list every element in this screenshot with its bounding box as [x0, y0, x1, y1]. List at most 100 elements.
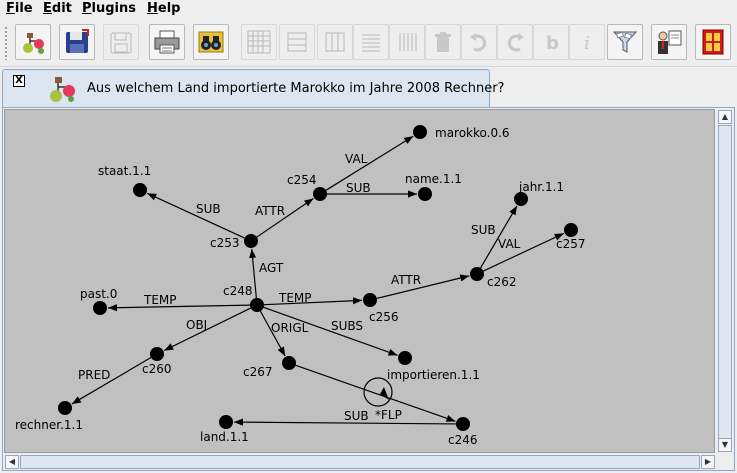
edge-label-c248-past: TEMP	[143, 293, 177, 307]
horizontal-scroll-thumb[interactable]	[20, 455, 700, 469]
edge-label-c260-rechner: PRED	[78, 368, 110, 382]
edge-label-c253-staat: SUB	[196, 202, 221, 216]
save-disabled-icon	[110, 32, 132, 54]
node-c262[interactable]	[470, 267, 484, 281]
align-horizontal-icon	[287, 32, 307, 52]
node-marokko[interactable]	[413, 125, 427, 139]
edge-label-c248-c256: TEMP	[278, 291, 312, 305]
toolbar: b i	[0, 20, 737, 67]
find-button[interactable]	[193, 24, 229, 60]
filter-button[interactable]	[607, 24, 643, 60]
node-name[interactable]	[418, 187, 432, 201]
svg-text:i: i	[584, 33, 590, 54]
edge-label-c248-c253: AGT	[259, 261, 284, 275]
tree-tab-icon	[50, 77, 75, 102]
menu-help[interactable]: Help	[147, 1, 180, 16]
node-label-staat: staat.1.1	[98, 164, 151, 178]
node-c256[interactable]	[363, 293, 377, 307]
save-button[interactable]	[59, 24, 95, 60]
scroll-down-button[interactable]: ▼	[718, 438, 732, 452]
undo-icon	[470, 33, 487, 52]
align-horizontal-button[interactable]	[279, 24, 315, 60]
node-label-c254: c254	[287, 173, 317, 187]
edge-label-c248-importieren: SUBS	[331, 319, 363, 333]
exit-button[interactable]	[695, 24, 731, 60]
bold-button[interactable]: b	[533, 24, 569, 60]
lines-vertical-button[interactable]	[389, 24, 425, 60]
presentation-button[interactable]	[651, 24, 687, 60]
delete-button[interactable]	[425, 24, 461, 60]
tab-title: Aus welchem Land importierte Marokko im …	[87, 81, 505, 96]
self-loop-arrowhead	[380, 387, 389, 400]
node-label-c262: c262	[487, 275, 517, 289]
undo-button[interactable]	[461, 24, 497, 60]
grid-button[interactable]	[241, 24, 277, 60]
edge-label-c248-c267: ORIGL	[271, 321, 309, 335]
node-label-name: name.1.1	[405, 172, 462, 186]
new-tree-button[interactable]	[15, 24, 51, 60]
semantic-network-graph: AGTSUB ATTRVALSUBTEMP TEMPATTRSUBVALOBJPRE…	[15, 125, 586, 447]
edge-label-c256-c262: ATTR	[391, 273, 421, 287]
edge-label-c248-c260: OBJ	[186, 318, 207, 332]
horizontal-scrollbar[interactable]: ◀ ▶	[4, 454, 717, 470]
node-staat[interactable]	[133, 183, 147, 197]
align-vertical-icon	[325, 32, 345, 52]
vertical-scrollbar[interactable]: ▲ ▼	[717, 109, 733, 453]
info-button[interactable]: i	[569, 24, 605, 60]
node-label-jahr: jahr.1.1	[518, 180, 564, 194]
presenter-board-icon	[658, 30, 682, 54]
node-label-marokko: marokko.0.6	[435, 126, 510, 140]
node-c248[interactable]	[250, 298, 264, 312]
node-c267[interactable]	[282, 356, 296, 370]
menu-plugins[interactable]: Plugins	[82, 1, 136, 16]
edge-label-c254-name: SUB	[346, 181, 371, 195]
node-past[interactable]	[93, 301, 107, 315]
edge-c248-c260	[163, 307, 251, 352]
funnel-filter-icon	[612, 31, 638, 53]
query-tab[interactable]: X Aus welchem Land importierte Marokko i…	[2, 69, 504, 107]
redo-button[interactable]	[497, 24, 533, 60]
menu-help-mnemonic: H	[147, 1, 158, 16]
menu-file[interactable]: File	[6, 1, 33, 16]
edge-label-c246-land: SUB	[344, 409, 369, 423]
node-c257[interactable]	[564, 223, 578, 237]
print-icon	[154, 30, 180, 54]
tab-close-button[interactable]: X	[13, 75, 25, 87]
node-c253[interactable]	[244, 234, 258, 248]
edge-label-c267-c246: *FLP	[375, 408, 402, 422]
scroll-up-button[interactable]: ▲	[718, 110, 732, 124]
grid-icon	[247, 30, 271, 54]
lines-horizontal-button[interactable]	[353, 24, 389, 60]
scroll-right-button[interactable]: ▶	[701, 455, 715, 469]
edge-label-c254-marokko: VAL	[345, 152, 368, 166]
node-importieren[interactable]	[398, 351, 412, 365]
scroll-left-button[interactable]: ◀	[5, 455, 19, 469]
menu-edit[interactable]: Edit	[43, 1, 72, 16]
lines-vertical-icon	[399, 33, 417, 51]
node-c260[interactable]	[150, 347, 164, 361]
bold-b-icon: b	[546, 33, 559, 54]
node-label-c246: c246	[448, 433, 478, 447]
edge-c262-c257	[483, 232, 565, 272]
graph-canvas[interactable]: AGT SUB ATTR VAL SUB TEMP TEMP ATTR SUB VAL OBJ PRE…	[4, 109, 715, 453]
node-rechner[interactable]	[58, 401, 72, 415]
self-loop-arc	[363, 377, 393, 407]
node-label-c257: c257	[556, 237, 586, 251]
edge-label-c262-c257: VAL	[498, 237, 521, 251]
lines-horizontal-icon	[362, 34, 380, 52]
node-label-past: past.0	[80, 287, 117, 301]
trash-icon	[435, 32, 451, 52]
node-label-c253: c253	[210, 236, 240, 250]
menu-file-rest: ile	[14, 1, 33, 16]
node-jahr[interactable]	[514, 192, 528, 206]
node-land[interactable]	[219, 415, 233, 429]
node-c246[interactable]	[456, 417, 470, 431]
vertical-scroll-thumb[interactable]	[718, 125, 732, 439]
toolbar-grip[interactable]	[4, 26, 9, 60]
align-vertical-button[interactable]	[317, 24, 353, 60]
svg-text:b: b	[546, 33, 559, 54]
print-button[interactable]	[149, 24, 185, 60]
save-disabled-button[interactable]	[103, 24, 139, 60]
menu-edit-rest: dit	[51, 1, 72, 16]
node-c254[interactable]	[313, 187, 327, 201]
